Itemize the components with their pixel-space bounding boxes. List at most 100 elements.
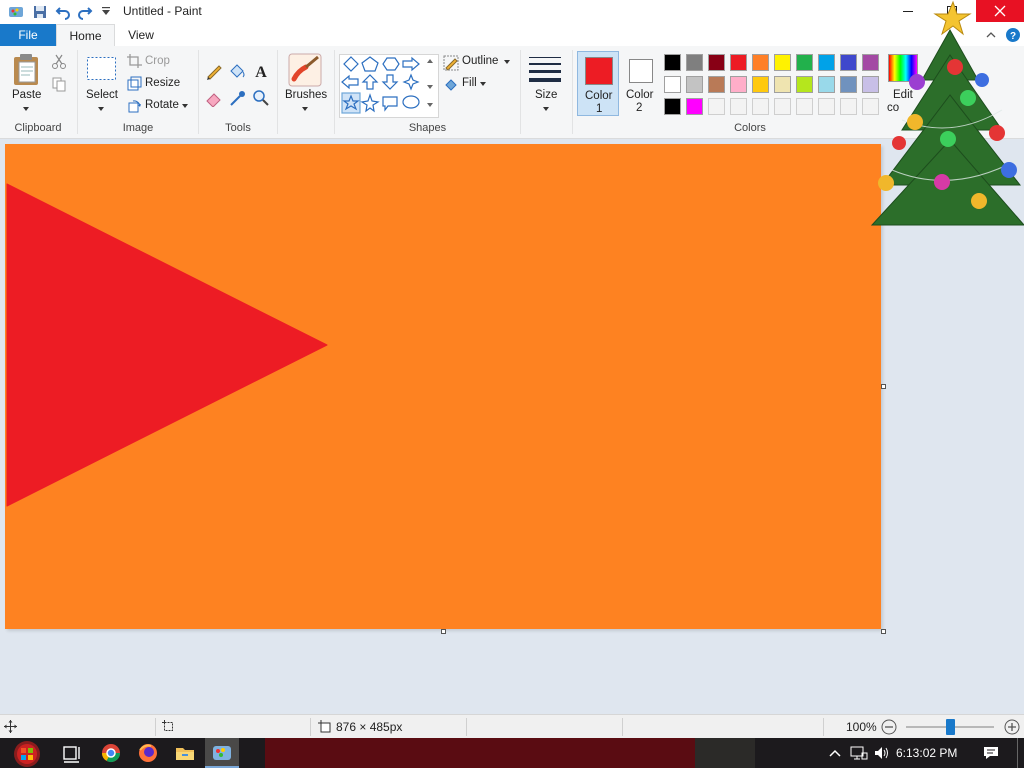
colors-group-label: Colors [734, 122, 766, 134]
paste-button[interactable]: Paste [12, 89, 41, 101]
size-icon[interactable] [528, 54, 562, 84]
volume-icon[interactable] [873, 745, 891, 761]
shapes-gallery-icons[interactable] [341, 55, 435, 115]
resize-button[interactable]: Resize [145, 77, 180, 89]
taskbar-clock[interactable]: 6:13:02 PM [896, 746, 957, 760]
undo-icon[interactable] [55, 4, 71, 20]
paste-dropdown-arrow[interactable] [23, 107, 29, 111]
palette-swatch[interactable] [686, 54, 703, 71]
brushes-icon[interactable] [288, 53, 322, 87]
text-icon[interactable]: A [252, 62, 270, 80]
taskbar: 6:13:02 PM [0, 738, 1024, 768]
palette-swatch[interactable] [818, 54, 835, 71]
resize-icon[interactable] [127, 76, 142, 91]
palette-swatch[interactable] [664, 54, 681, 71]
outline-dropdown-arrow[interactable] [504, 60, 510, 64]
brushes-dropdown-arrow[interactable] [302, 107, 308, 111]
action-center-icon[interactable] [982, 745, 1000, 761]
chrome-icon[interactable] [100, 742, 122, 764]
palette-swatch[interactable] [774, 98, 791, 115]
paint-taskbar-button[interactable] [205, 738, 239, 768]
palette-swatch[interactable] [796, 98, 813, 115]
fill-dropdown-arrow[interactable] [480, 82, 486, 86]
palette-swatch[interactable] [730, 98, 747, 115]
select-icon[interactable] [86, 56, 118, 82]
rotate-dropdown-arrow[interactable] [182, 104, 188, 108]
palette-swatch[interactable] [818, 76, 835, 93]
resize-handle-bottom[interactable] [441, 629, 446, 634]
zoom-slider-thumb[interactable] [946, 719, 955, 735]
start-icon[interactable] [10, 738, 46, 768]
redo-icon[interactable] [77, 4, 93, 20]
zoom-in-icon[interactable] [1004, 719, 1020, 735]
resize-handle-corner[interactable] [881, 629, 886, 634]
palette-swatch[interactable] [686, 76, 703, 93]
zoom-out-icon[interactable] [881, 719, 897, 735]
fill-bucket-icon[interactable] [228, 62, 246, 80]
file-explorer-icon[interactable] [174, 742, 196, 764]
palette-swatch[interactable] [840, 54, 857, 71]
fill-icon[interactable] [443, 77, 459, 93]
triangle-shape [6, 183, 328, 507]
size-button[interactable]: Size [535, 89, 557, 101]
palette-swatch[interactable] [664, 98, 681, 115]
copy-icon[interactable] [51, 76, 67, 92]
save-icon[interactable] [32, 4, 48, 20]
size-dropdown-arrow[interactable] [543, 107, 549, 111]
color1-label: Color [585, 90, 613, 102]
zoom-level-text: 100% [846, 720, 877, 734]
outline-icon[interactable] [443, 55, 459, 71]
desktop-wallpaper-strip [265, 738, 695, 768]
palette-swatch[interactable] [730, 54, 747, 71]
brushes-button[interactable]: Brushes [285, 89, 327, 101]
show-hidden-icons-icon[interactable] [828, 747, 842, 759]
outline-button[interactable]: Outline [462, 55, 498, 67]
fill-button[interactable]: Fill [462, 77, 477, 89]
color2-swatch [629, 59, 653, 83]
palette-swatch[interactable] [796, 54, 813, 71]
palette-swatch[interactable] [686, 98, 703, 115]
select-dropdown-arrow[interactable] [98, 107, 104, 111]
palette-swatch[interactable] [818, 98, 835, 115]
color1-selector[interactable]: Color 1 [577, 51, 619, 116]
tab-view[interactable]: View [116, 24, 166, 46]
firefox-icon[interactable] [137, 742, 159, 764]
color1-number: 1 [596, 103, 603, 115]
magnifier-icon[interactable] [252, 89, 270, 107]
shapes-scroll-icons[interactable] [425, 55, 435, 115]
task-view-icon[interactable] [61, 742, 83, 764]
rotate-button[interactable]: Rotate [145, 99, 179, 111]
palette-swatch[interactable] [840, 76, 857, 93]
palette-swatch[interactable] [796, 76, 813, 93]
palette-swatch[interactable] [774, 54, 791, 71]
customize-quick-access-icon[interactable] [98, 4, 114, 20]
crop-button[interactable]: Crop [145, 55, 170, 67]
select-button[interactable]: Select [86, 89, 118, 101]
crop-icon[interactable] [127, 54, 142, 69]
rotate-icon[interactable] [127, 98, 142, 113]
palette-swatch[interactable] [774, 76, 791, 93]
pencil-icon[interactable] [205, 62, 223, 80]
drawing-canvas[interactable] [5, 144, 881, 629]
color2-selector[interactable]: Color 2 [621, 51, 661, 116]
palette-swatch[interactable] [752, 54, 769, 71]
tab-file[interactable]: File [0, 24, 56, 46]
palette-swatch[interactable] [708, 54, 725, 71]
eraser-icon[interactable] [205, 89, 223, 107]
palette-swatch[interactable] [708, 76, 725, 93]
color-picker-icon[interactable] [228, 89, 246, 107]
palette-swatch[interactable] [752, 76, 769, 93]
paste-icon[interactable] [11, 53, 43, 87]
tab-home[interactable]: Home [56, 24, 115, 47]
resize-handle-right[interactable] [881, 384, 886, 389]
palette-swatch[interactable] [752, 98, 769, 115]
color1-swatch [585, 57, 613, 85]
show-desktop-button[interactable] [1017, 738, 1018, 768]
canvas-size-text: 876 × 485px [336, 720, 403, 734]
palette-swatch[interactable] [664, 76, 681, 93]
cut-icon[interactable] [51, 54, 67, 70]
palette-swatch[interactable] [708, 98, 725, 115]
palette-swatch[interactable] [730, 76, 747, 93]
network-icon[interactable] [850, 745, 868, 761]
palette-swatch[interactable] [840, 98, 857, 115]
